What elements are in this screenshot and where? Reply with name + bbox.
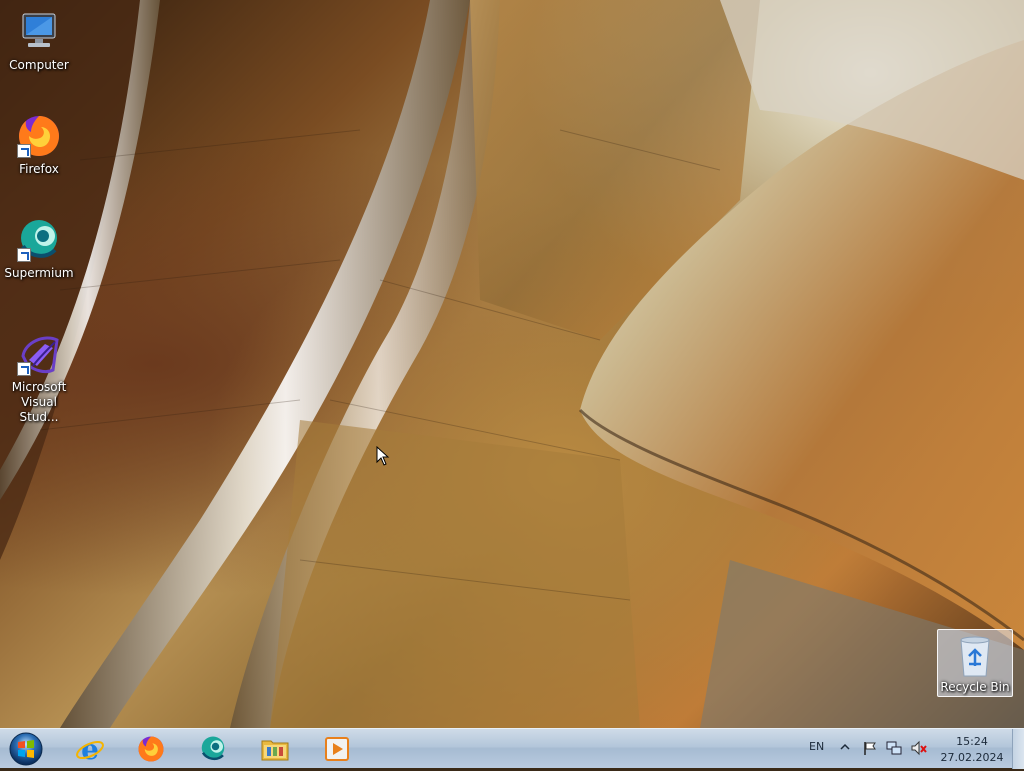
clock-time: 15:24	[956, 735, 988, 748]
show-desktop-button[interactable]	[1012, 729, 1024, 769]
show-hidden-icons-icon[interactable]	[840, 742, 850, 752]
shortcut-arrow-icon	[17, 362, 31, 376]
wallpaper-art	[0, 0, 1024, 728]
supermium-icon	[198, 734, 228, 764]
recycle-bin-icon	[955, 634, 995, 678]
desktop-icon-label-line2: Visual Stud...	[19, 395, 59, 424]
shortcut-arrow-icon	[17, 144, 31, 158]
desktop-icon-visual-studio[interactable]: Microsoft Visual Stud...	[1, 330, 77, 425]
recycle-bin-label: Recycle Bin	[940, 680, 1010, 694]
firefox-icon	[15, 112, 63, 160]
shortcut-arrow-icon	[17, 248, 31, 262]
desktop-icon-label: Computer	[9, 58, 69, 72]
visual-studio-icon	[15, 330, 63, 378]
mouse-cursor-icon	[376, 446, 390, 466]
desktop-wallpaper[interactable]: Computer Firefox Supermium Microsoft Vis…	[0, 0, 1024, 728]
taskbar-supermium-button[interactable]	[186, 731, 240, 767]
taskbar-internet-explorer-button[interactable]: e	[63, 731, 117, 767]
language-indicator[interactable]: EN	[809, 740, 824, 753]
taskbar-firefox-button[interactable]	[124, 731, 178, 767]
computer-icon	[15, 8, 63, 56]
folder-icon	[260, 734, 290, 764]
start-button[interactable]	[6, 731, 46, 767]
desktop-icon-recycle-bin[interactable]: Recycle Bin	[937, 629, 1013, 697]
windows-start-icon	[9, 732, 43, 766]
desktop-icon-firefox[interactable]: Firefox	[1, 112, 77, 177]
taskbar: e EN 15:24 27.02.2024	[0, 728, 1024, 769]
clock-date: 27.02.2024	[940, 751, 1004, 764]
firefox-icon	[136, 734, 166, 764]
desktop-icon-supermium[interactable]: Supermium	[1, 216, 77, 281]
system-tray: EN 15:24 27.02.2024	[800, 729, 1024, 769]
desktop-icon-computer[interactable]: Computer	[1, 8, 77, 73]
desktop-icon-label: Firefox	[19, 162, 59, 176]
taskbar-file-explorer-button[interactable]	[248, 731, 302, 767]
volume-muted-icon[interactable]	[910, 740, 928, 756]
svg-text:e: e	[81, 734, 99, 764]
network-icon[interactable]	[886, 740, 902, 756]
desktop-icon-label: Microsoft	[11, 380, 67, 394]
action-center-flag-icon[interactable]	[862, 740, 878, 756]
taskbar-media-player-button[interactable]	[310, 731, 364, 767]
supermium-icon	[15, 216, 63, 264]
media-player-icon	[322, 734, 352, 764]
clock[interactable]: 15:24 27.02.2024	[940, 734, 1004, 766]
desktop-icon-label: Supermium	[4, 266, 74, 280]
internet-explorer-icon: e	[75, 733, 105, 766]
